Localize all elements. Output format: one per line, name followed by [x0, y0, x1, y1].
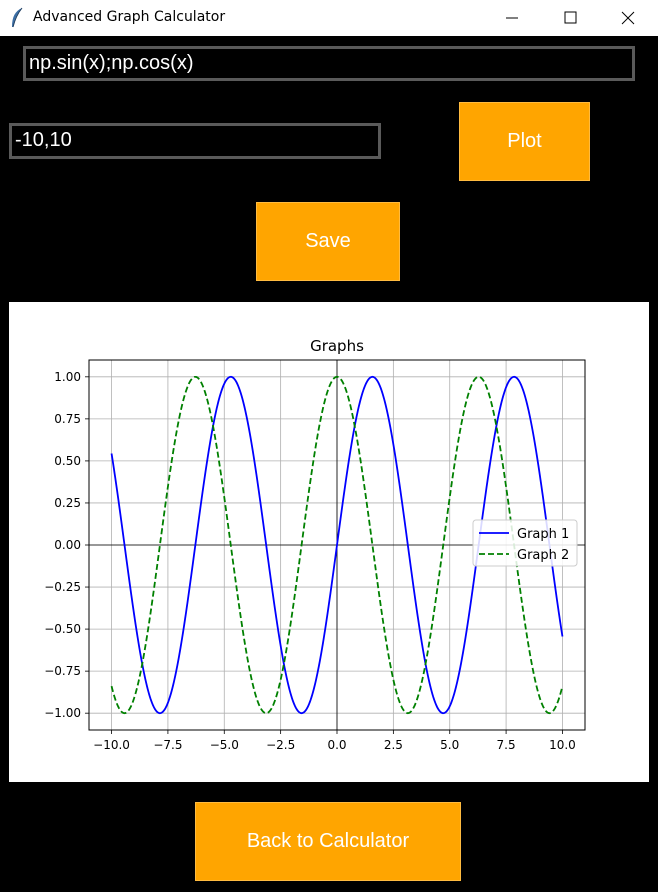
- x-tick-label: 10.0: [549, 738, 576, 752]
- y-tick-label: −0.75: [44, 664, 81, 678]
- legend-label-graph-2: Graph 2: [517, 548, 569, 563]
- minimize-button[interactable]: [483, 0, 541, 36]
- save-button[interactable]: Save: [256, 202, 400, 281]
- x-tick-label: −2.5: [266, 738, 295, 752]
- y-tick-label: −0.50: [44, 622, 81, 636]
- window-title: Advanced Graph Calculator: [33, 9, 226, 25]
- y-tick-label: −1.00: [44, 706, 81, 720]
- legend-label-graph-1: Graph 1: [517, 527, 569, 542]
- y-tick-label: 0.75: [54, 412, 81, 426]
- close-icon: [621, 11, 635, 25]
- plot-button[interactable]: Plot: [459, 102, 590, 181]
- close-button[interactable]: [599, 0, 657, 36]
- graph-chart: Graphs −10.0 −7.5 −5.0 −2.5 0.0 2.5 5.0 7.5 10.0…: [44, 337, 586, 752]
- y-tick-label: −0.25: [44, 580, 81, 594]
- x-tick-label: −7.5: [153, 738, 182, 752]
- y-tick-label: 1.00: [54, 370, 81, 384]
- x-tick-label: 7.5: [497, 738, 516, 752]
- x-tick-label: −10.0: [93, 738, 130, 752]
- y-tick-label: 0.50: [54, 454, 81, 468]
- expression-input[interactable]: np.sin(x);np.cos(x): [23, 46, 635, 81]
- maximize-button[interactable]: [541, 0, 599, 36]
- range-input[interactable]: -10,10: [9, 123, 381, 159]
- maximize-icon: [564, 11, 577, 24]
- x-tick-label: 5.0: [440, 738, 459, 752]
- x-tick-label: 2.5: [384, 738, 403, 752]
- plot-canvas: Graphs −10.0 −7.5 −5.0 −2.5 0.0 2.5 5.0 7.5 10.0…: [9, 302, 649, 782]
- y-tick-label: 0.25: [54, 496, 81, 510]
- title-bar: Advanced Graph Calculator: [0, 0, 658, 36]
- x-tick-label: −5.0: [210, 738, 239, 752]
- minimize-icon: [506, 17, 518, 19]
- chart-title: Graphs: [310, 337, 364, 355]
- y-tick-label: 0.00: [54, 538, 81, 552]
- back-to-calculator-button[interactable]: Back to Calculator: [195, 802, 461, 881]
- feather-icon: [12, 7, 23, 28]
- x-tick-label: 0.0: [327, 738, 346, 752]
- legend: Graph 1 Graph 2: [472, 519, 578, 567]
